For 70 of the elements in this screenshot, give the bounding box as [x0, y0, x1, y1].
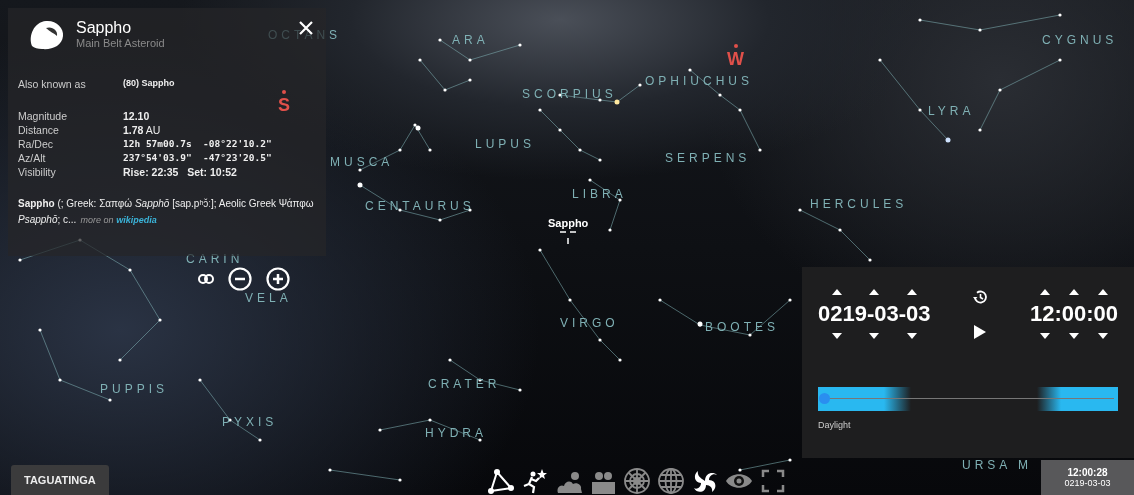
constellation-lines-icon[interactable] [487, 466, 515, 495]
cardinal-label: W [727, 50, 744, 68]
info-label: Also known as [18, 78, 86, 90]
decrement-arrow-icon[interactable] [831, 333, 842, 339]
zoom-in-icon[interactable] [266, 267, 290, 291]
constellation-label: PUPPIS [100, 382, 168, 396]
constellation-label: CRATER [428, 377, 501, 391]
constellation-label: CARIN [186, 252, 244, 266]
globe-grid-icon[interactable] [657, 466, 685, 495]
increment-arrow-icon[interactable] [831, 289, 842, 295]
increment-arrow-icon[interactable] [906, 289, 917, 295]
info-value: (80) Sappho [123, 78, 175, 90]
azimuthal-grid-icon[interactable] [623, 466, 651, 495]
constellation-label: LIBRA [572, 187, 627, 201]
constellation-label: HERCULES [810, 197, 908, 211]
constellation-label: CYGNUS [1042, 33, 1118, 47]
slider-thumb[interactable] [819, 393, 830, 404]
increment-arrow-icon[interactable] [1098, 289, 1109, 295]
constellation-label: LUPUS [475, 137, 535, 151]
time-value: 12:00:00 [1029, 301, 1118, 327]
constellation-label: LYRA [928, 104, 975, 118]
link-icon[interactable] [198, 274, 214, 284]
constellation-label: BOOTES [705, 320, 779, 334]
date-value: 0219-03-03 [818, 301, 931, 327]
location-button[interactable]: TAGUATINGA [11, 465, 109, 495]
constellation-label: MUSCA [330, 155, 394, 169]
object-title: Sappho [76, 19, 133, 37]
description-text: Sappho (; Greek: Σαπφώ Sapphō [sap.pʰɔ̌ː]; Aeolic Greek Ψάπφω Psapphō; c... more on wikipedia [18, 197, 315, 227]
daylight-slider[interactable] [818, 387, 1118, 411]
constellation-label: URSA M [962, 458, 1032, 472]
history-icon[interactable] [972, 289, 989, 305]
increment-arrow-icon[interactable] [869, 289, 880, 295]
decrement-arrow-icon[interactable] [1039, 333, 1050, 339]
decrement-arrow-icon[interactable] [869, 333, 880, 339]
increment-arrow-icon[interactable] [1068, 289, 1079, 295]
constellation-label: PYXIS [222, 415, 278, 429]
constellation-label: VELA [245, 291, 292, 305]
decrement-arrow-icon[interactable] [1068, 333, 1079, 339]
info-value: 237°54'03.9" -47°23'20.5" [123, 152, 272, 164]
constellation-label: SCORPIUS [522, 87, 617, 101]
cardinal-label: S [278, 96, 290, 114]
constellation-label: CENTAURUS [365, 199, 475, 213]
info-label: Visibility [18, 166, 56, 178]
zoom-out-icon[interactable] [228, 267, 252, 291]
constellation-label: HYDRA [425, 426, 487, 440]
info-label: Distance [18, 124, 59, 136]
object-type: Main Belt Asteroid [76, 37, 165, 49]
constellation-label: OPHIUCHUS [645, 74, 753, 88]
info-value: 1.78 AU [123, 124, 161, 136]
slider-label: Daylight [818, 420, 852, 430]
target-label: Sappho [548, 217, 589, 229]
target-reticle-icon [558, 231, 578, 245]
info-value: 12.10 [123, 110, 150, 122]
info-label: Ra/Dec [18, 138, 53, 150]
constellation-label: VIRGO [560, 316, 619, 330]
info-value: 12h 57m00.7s -08°22'10.2" [123, 138, 272, 150]
decrement-arrow-icon[interactable] [906, 333, 917, 339]
cardinal-dot [733, 44, 738, 48]
wikipedia-link[interactable]: wikipedia [116, 215, 157, 225]
clock-time: 12:00:28 [1067, 467, 1108, 478]
cardinal-dot [282, 90, 286, 94]
info-value: Rise: 22:35 Set: 10:52 [123, 166, 237, 178]
info-label: Az/Alt [18, 152, 46, 164]
constellation-label: ARA [452, 33, 489, 47]
info-label: Magnitude [18, 110, 68, 122]
decrement-arrow-icon[interactable] [1098, 333, 1109, 339]
increment-arrow-icon[interactable] [1039, 289, 1050, 295]
constellation-label: SERPENS [665, 151, 751, 165]
clock-date: 0219-03-03 [1064, 478, 1111, 488]
play-icon[interactable] [974, 325, 987, 339]
